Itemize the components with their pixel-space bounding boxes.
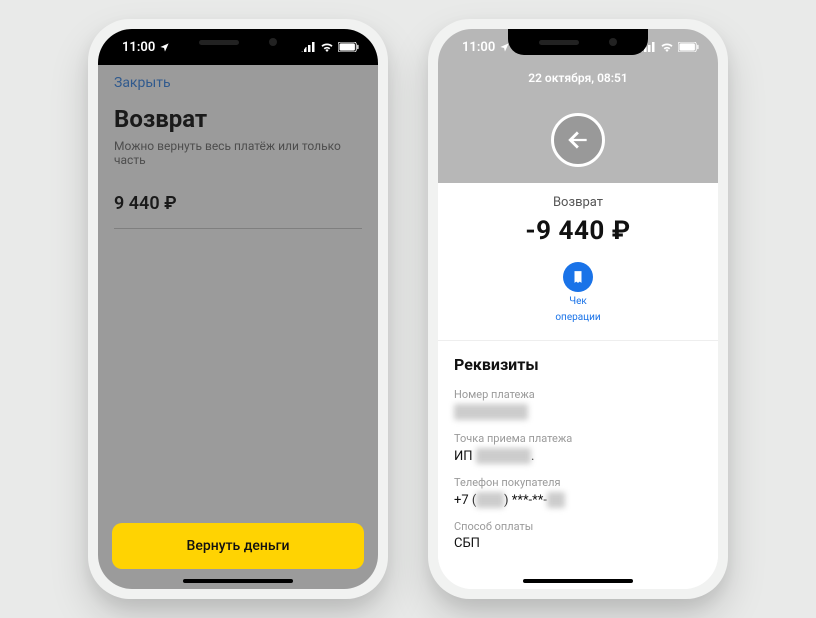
payment-number-value: ████████ — [454, 404, 702, 420]
row-payment-number: Номер платежа ████████ — [454, 388, 702, 420]
receipt-text-line2: операции — [555, 312, 600, 324]
receipt-icon — [563, 262, 593, 292]
home-indicator[interactable] — [183, 579, 293, 583]
point-value: ИП ██████. — [454, 448, 702, 464]
notch — [508, 29, 648, 55]
row-point: Точка приема платежа ИП ██████. — [454, 432, 702, 464]
battery-icon — [678, 42, 700, 52]
phone-value: +7 (███) ***-**-██ — [454, 492, 702, 508]
phone-mockup-left: 11:00 Закрыть Возврат Можно вернуть — [88, 19, 388, 599]
operation-amount: -9 440 ₽ — [454, 216, 702, 246]
row-method: Способ оплаты СБП — [454, 520, 702, 551]
method-label: Способ оплаты — [454, 520, 702, 533]
wifi-icon — [320, 42, 334, 52]
refund-body: Закрыть Возврат Можно вернуть весь платё… — [98, 65, 378, 589]
receipt-text-line1: Чек — [569, 296, 587, 308]
row-phone: Телефон покупателя +7 (███) ***-**-██ — [454, 476, 702, 508]
page-title: Возврат — [114, 105, 362, 133]
refund-amount-input[interactable]: 9 440 ₽ — [114, 193, 362, 229]
operation-date: 22 октября, 08:51 — [438, 71, 718, 85]
page-subtitle: Можно вернуть весь платёж или только час… — [114, 139, 362, 167]
status-time: 11:00 — [122, 40, 155, 55]
operation-card: Возврат -9 440 ₽ Чек операции — [438, 161, 718, 341]
close-link[interactable]: Закрыть — [114, 75, 362, 91]
wifi-icon — [660, 42, 674, 52]
operation-label: Возврат — [454, 195, 702, 210]
phone-mockup-right: 11:00 22 октября, 08:51 — [428, 19, 728, 599]
method-value: СБП — [454, 536, 702, 551]
receipt-button[interactable]: Чек операции — [454, 262, 702, 324]
refund-arrow-icon — [551, 113, 605, 167]
screen-refund-request: 11:00 Закрыть Возврат Можно вернуть — [98, 29, 378, 589]
point-label: Точка приема платежа — [454, 432, 702, 445]
battery-icon — [338, 42, 360, 52]
home-indicator[interactable] — [523, 579, 633, 583]
notch — [168, 29, 308, 55]
payment-number-label: Номер платежа — [454, 388, 702, 401]
phone-label: Телефон покупателя — [454, 476, 702, 489]
status-time: 11:00 — [462, 40, 495, 55]
details-section: Реквизиты Номер платежа ████████ Точка п… — [438, 341, 718, 589]
screen-refund-details: 11:00 22 октября, 08:51 — [438, 29, 718, 589]
details-title: Реквизиты — [454, 355, 702, 374]
refund-button[interactable]: Вернуть деньги — [112, 523, 364, 569]
operation-hero: 22 октября, 08:51 — [438, 65, 718, 183]
